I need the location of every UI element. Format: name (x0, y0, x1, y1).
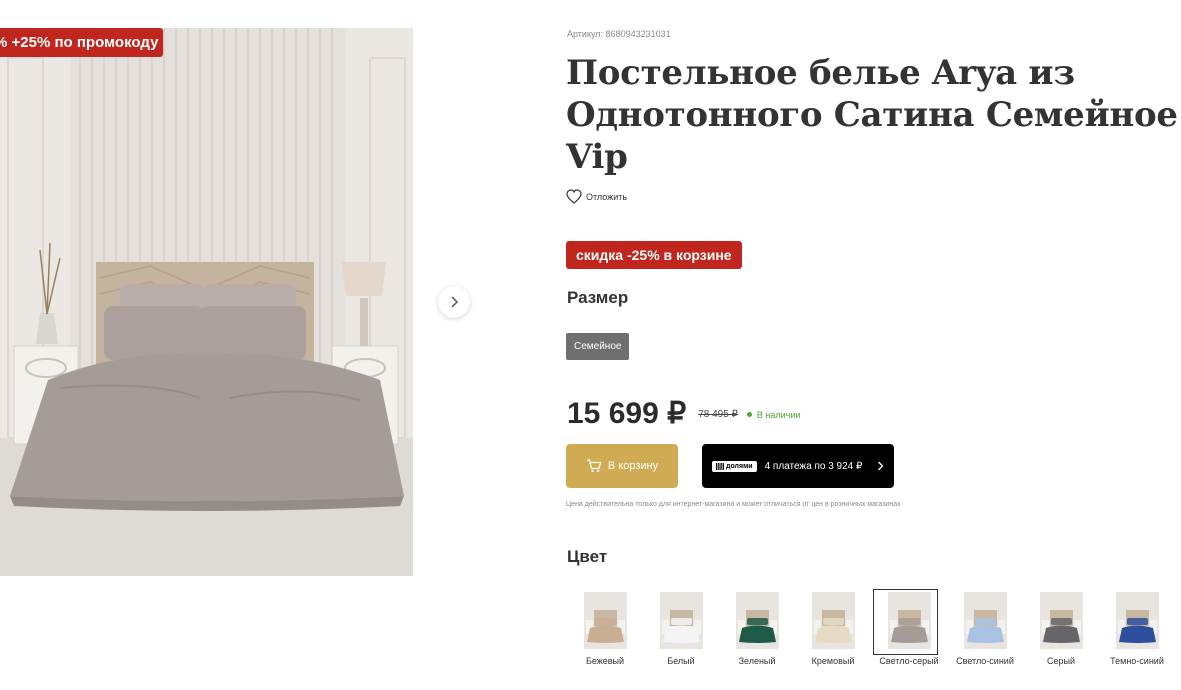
dolyami-logo: долями (712, 460, 757, 472)
color-swatch-thumbnail (735, 592, 779, 649)
bed-thumbnail-image (659, 592, 703, 649)
dolyami-label: 4 платежа по 3 924 ₽ (764, 460, 863, 472)
color-heading: Цвет (567, 547, 608, 566)
old-price: 78 495 ₽ (698, 409, 738, 420)
color-swatch-thumbnail (1115, 592, 1159, 649)
in-stock-dot-icon (746, 412, 752, 417)
current-price: 15 699 ₽ (567, 397, 687, 430)
product-title: Постельное белье Arya из Однотонного Сат… (566, 53, 1178, 177)
product-image[interactable] (0, 28, 413, 576)
color-swatch-thumbnail (583, 592, 627, 649)
color-swatch-thumbnail (963, 592, 1007, 649)
color-swatch-label: Светло-синий (956, 656, 1014, 666)
color-swatch-label: Темно-синий (1110, 656, 1164, 666)
cart-discount-badge: скидка -25% в корзине (566, 241, 742, 269)
bed-thumbnail-image (963, 592, 1007, 649)
add-to-cart-label: В корзину (607, 460, 659, 472)
stock-label: В наличии (756, 409, 801, 420)
bed-thumbnail-image (1115, 592, 1159, 649)
color-swatch[interactable]: Бежевый (567, 589, 643, 673)
price-row: 15 699 ₽ 78 495 ₽ В наличии (567, 396, 800, 431)
wishlist-label: Отложить (586, 191, 628, 202)
color-swatch[interactable]: Серый (1023, 589, 1099, 673)
size-option-selected[interactable]: Семейное (566, 333, 630, 360)
add-to-cart-button[interactable]: В корзину (566, 444, 678, 488)
color-swatch[interactable]: Светло-синий (947, 589, 1023, 673)
chevron-right-icon (878, 461, 884, 471)
stock-status: В наличии (746, 409, 801, 420)
color-swatch[interactable]: Кремовый (795, 589, 871, 673)
color-swatch[interactable]: Светло-серый (871, 589, 947, 673)
sku-label: Артикул: 8680943231031 (567, 29, 671, 39)
gallery-next-button[interactable] (438, 286, 470, 318)
color-swatch-thumbnail (887, 592, 931, 649)
color-swatch-label: Кремовый (811, 656, 855, 666)
bed-thumbnail-image (735, 592, 779, 649)
dolyami-logo-text: долями (726, 462, 753, 470)
dolyami-installment-button[interactable]: долями 4 платежа по 3 924 ₽ (702, 444, 894, 488)
heart-icon (566, 189, 582, 204)
color-swatch[interactable]: Белый (643, 589, 719, 673)
dolyami-bars-icon (716, 462, 724, 470)
bed-thumbnail-image (583, 592, 627, 649)
color-swatch-label: Светло-серый (879, 656, 939, 666)
color-swatch-thumbnail (811, 592, 855, 649)
cart-icon (586, 459, 602, 473)
wishlist-button[interactable]: Отложить (566, 189, 627, 204)
bed-thumbnail-image (811, 592, 855, 649)
bed-thumbnail-image (887, 592, 931, 649)
color-options: Бежевый Белый Зеленый Кремовый Светло-серый С… (567, 589, 1175, 673)
price-disclaimer: Цена действительна только для интернет-м… (566, 501, 901, 508)
bed-thumbnail-image (1039, 592, 1083, 649)
color-swatch-label: Серый (1046, 656, 1075, 666)
color-swatch-thumbnail (659, 592, 703, 649)
color-swatch-label: Бежевый (585, 656, 625, 666)
color-swatch[interactable]: Зеленый (719, 589, 795, 673)
promo-code-badge: % +25% по промокоду (0, 28, 163, 57)
color-swatch-label: Зеленый (738, 656, 776, 666)
color-swatch[interactable]: Темно-синий (1099, 589, 1175, 673)
chevron-right-icon (451, 296, 459, 308)
bedroom-photo (0, 28, 413, 576)
color-swatch-label: Белый (667, 656, 695, 666)
size-heading: Размер (567, 288, 629, 307)
color-swatch-thumbnail (1039, 592, 1083, 649)
